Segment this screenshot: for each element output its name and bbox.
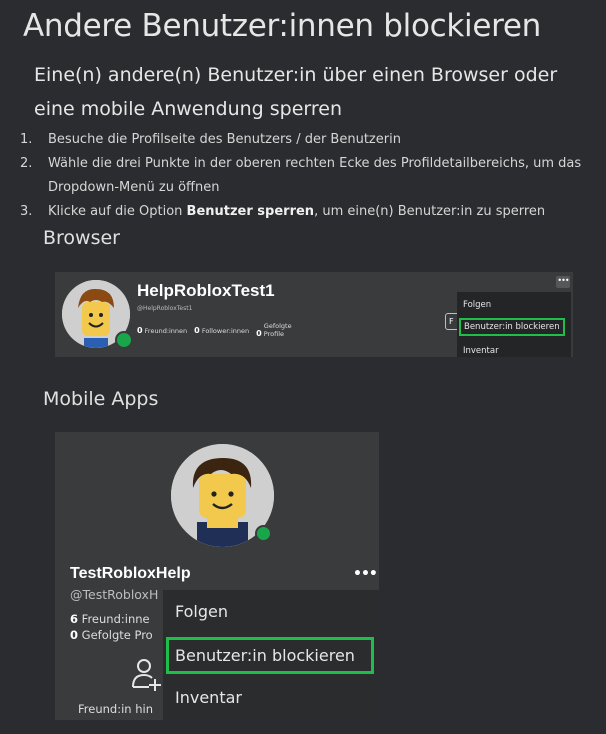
friends-label: Freund:innen	[144, 326, 188, 335]
step-text-post: , um eine(n) Benutzer:in zu sperren	[314, 204, 546, 219]
step-number: 1.	[20, 132, 33, 147]
step-text: Wähle die drei Punkte in der oberen rech…	[48, 156, 582, 195]
following-stat[interactable]: 0 Gefolgte Profile	[256, 322, 291, 338]
following-stat[interactable]: 0 Gefolgte Pro	[70, 628, 153, 642]
dropdown-menu: Folgen Benutzer:in blockieren Inventar	[457, 292, 571, 357]
page-subtitle: Eine(n) andere(n) Benutzer:in über einen…	[34, 64, 558, 120]
followers-count: 0	[194, 325, 200, 335]
step-text-pre: Klicke auf die Option	[48, 204, 187, 219]
steps-list: 1. Besuche die Profilseite des Benutzers …	[0, 128, 600, 224]
menu-item-block[interactable]: Benutzer:in blockieren	[459, 318, 565, 336]
friends-count: 6	[70, 612, 79, 626]
mobile-screenshot: TestRobloxHelp @TestRobloxH 6 Freund:inn…	[55, 432, 379, 720]
followers-stat[interactable]: 0 Follower:innen	[194, 326, 249, 335]
dropdown-menu: Folgen Benutzer:in blockieren Inventar	[163, 590, 379, 720]
mobile-heading: Mobile Apps	[43, 388, 159, 410]
profile-username: TestRobloxHelp	[70, 565, 191, 582]
following-label-line2: Profile	[263, 330, 285, 338]
menu-item-follow[interactable]: Folgen	[175, 602, 228, 621]
more-options-icon[interactable]: •••	[556, 276, 570, 288]
menu-item-block[interactable]: Benutzer:in blockieren	[166, 637, 374, 674]
following-count: 0	[256, 329, 262, 338]
browser-screenshot: HelpRobloxTest1 @HelpRobloxTest1 0 Freun…	[55, 272, 573, 357]
following-label-line1: Gefolgte	[263, 322, 292, 330]
step-item: 2. Wähle die drei Punkte in der oberen re…	[0, 152, 600, 200]
followers-label: Follower:innen	[201, 326, 250, 335]
menu-item-inventory[interactable]: Inventar	[175, 688, 242, 707]
following-count: 0	[70, 628, 79, 642]
step-text: Besuche die Profilseite des Benutzers / …	[48, 132, 401, 147]
more-options-icon[interactable]: •••	[353, 566, 378, 582]
add-friend-icon[interactable]	[129, 657, 163, 691]
friends-stat[interactable]: 0 Freund:innen	[137, 326, 187, 335]
menu-item-follow[interactable]: Folgen	[463, 300, 491, 310]
friends-stat[interactable]: 6 Freund:inne	[70, 612, 150, 626]
following-label: Gefolgte Profile	[264, 322, 292, 338]
browser-heading: Browser	[43, 227, 120, 249]
friends-label: Freund:inne	[81, 612, 150, 626]
menu-item-inventory[interactable]: Inventar	[463, 346, 499, 356]
following-label: Gefolgte Pro	[81, 628, 153, 642]
presence-icon	[115, 331, 133, 349]
profile-username: HelpRobloxTest1	[137, 281, 275, 300]
step-item: 3. Klicke auf die Option Benutzer sperren…	[0, 200, 600, 224]
profile-handle: @HelpRobloxTest1	[137, 305, 193, 312]
step-number: 3.	[20, 204, 33, 219]
step-number: 2.	[20, 156, 33, 171]
friends-count: 0	[137, 325, 143, 335]
step-text-bold: Benutzer sperren	[186, 204, 315, 219]
add-friend-label[interactable]: Freund:in hin	[78, 702, 153, 716]
profile-stats: 0 Freund:innen 0 Follower:innen 0 Gefolg…	[137, 322, 292, 338]
step-item: 1. Besuche die Profilseite des Benutzers …	[0, 128, 600, 152]
online-status-icon	[255, 525, 272, 542]
profile-handle: @TestRobloxH	[70, 587, 159, 602]
page-title: Andere Benutzer:innen blockieren	[23, 8, 541, 44]
